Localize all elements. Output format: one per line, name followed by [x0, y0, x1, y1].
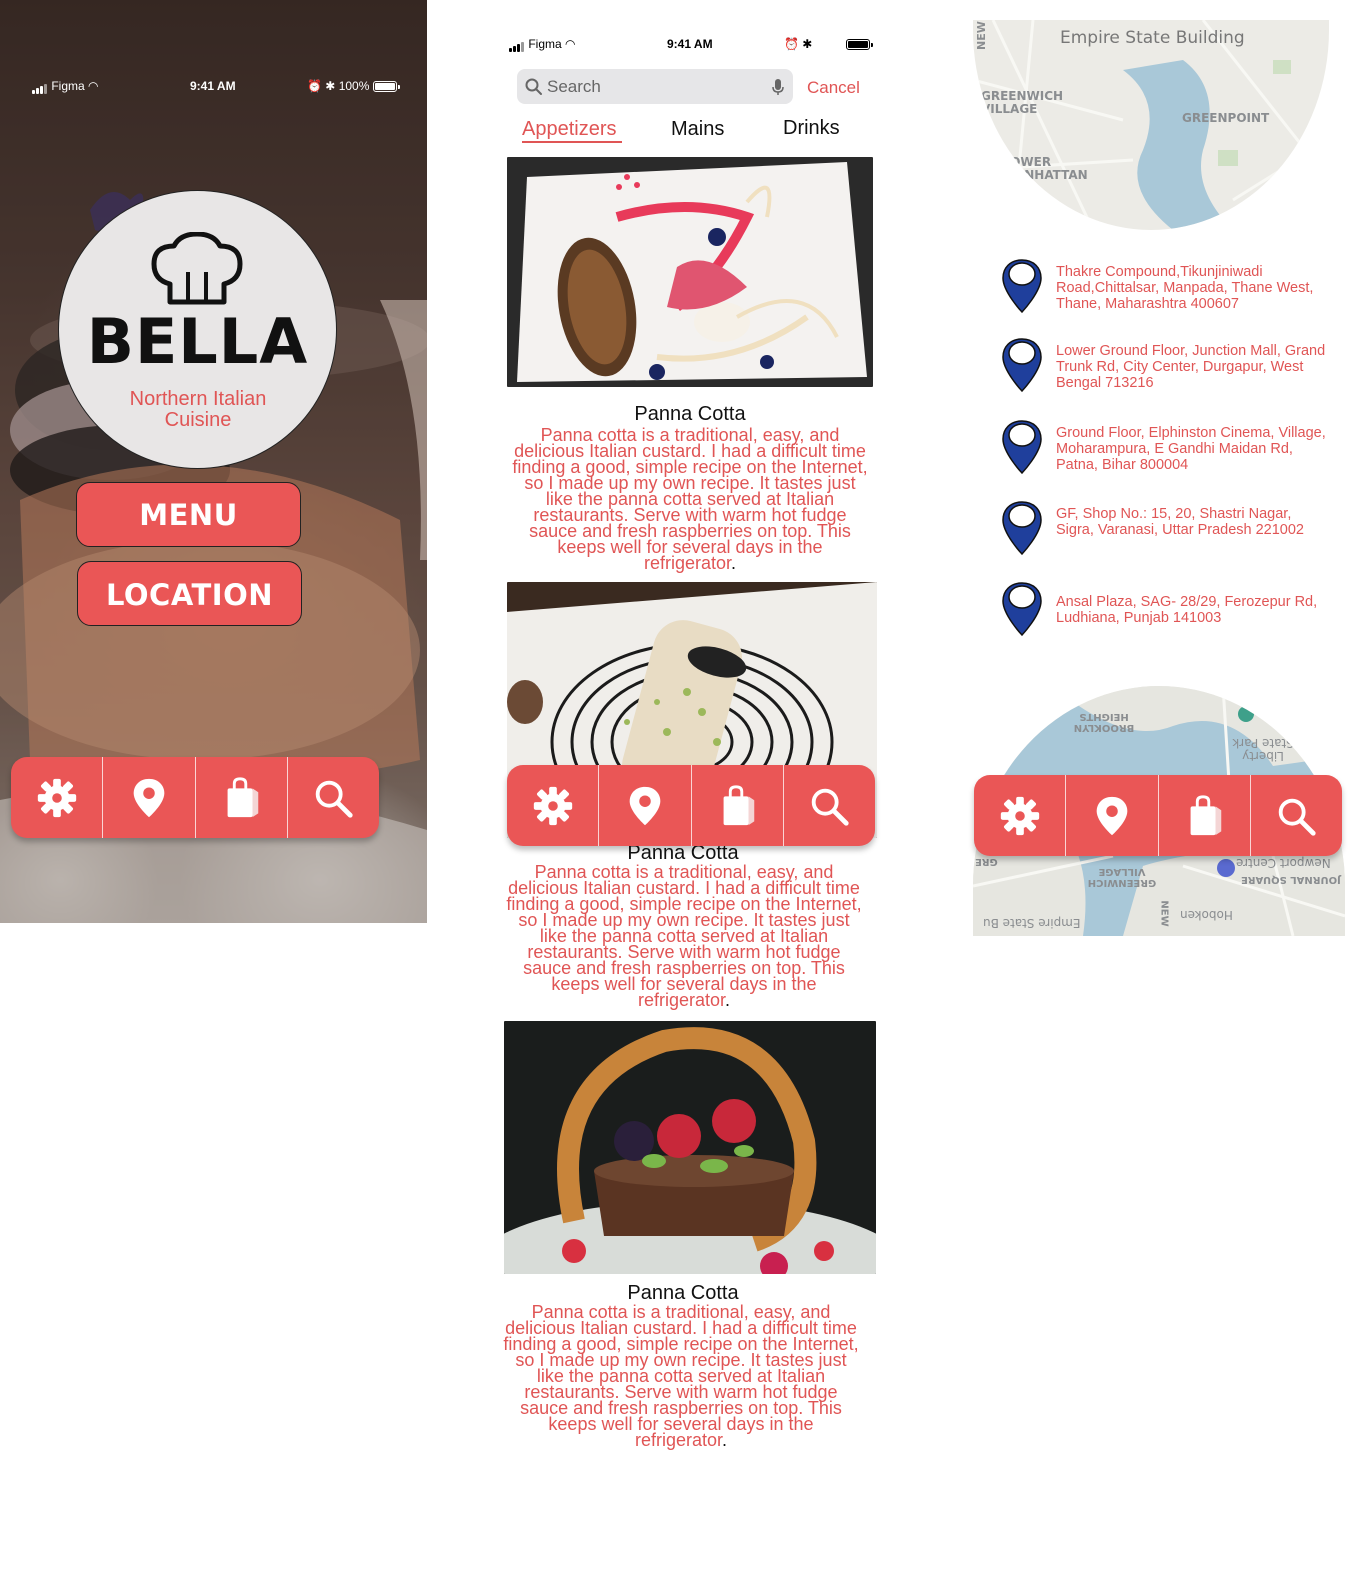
- active-tab-underline: [522, 141, 622, 143]
- tab-cart[interactable]: [692, 765, 784, 846]
- search-icon: [525, 78, 542, 95]
- search-input[interactable]: Search: [517, 69, 793, 104]
- status-carrier: Figma ◠: [509, 37, 576, 52]
- alarm-icon: ⏰: [307, 79, 322, 93]
- signal-icon: [509, 38, 525, 52]
- bluetooth-icon: ✱: [325, 79, 336, 93]
- search-icon: [812, 788, 850, 826]
- map-label: BROOKLYN HEIGHTS: [1073, 711, 1135, 733]
- map-pin-icon: [1002, 582, 1042, 637]
- signal-icon: [32, 80, 48, 94]
- dish-description: Panna cotta is a traditional, easy, and …: [503, 1302, 859, 1450]
- bottom-tab-bar: [11, 757, 379, 838]
- location-item[interactable]: Ansal Plaza, SAG- 28/29, Ferozepur Rd, L…: [1000, 581, 1320, 641]
- tab-mains[interactable]: Mains: [671, 118, 724, 141]
- tab-location[interactable]: [1066, 775, 1159, 856]
- gear-icon: [1000, 796, 1039, 835]
- brand-subtitle: Northern Italian Cuisine: [129, 388, 267, 431]
- bottom-tab-bar: [974, 775, 1342, 856]
- location-address: Ansal Plaza, SAG- 28/29, Ferozepur Rd, L…: [1056, 594, 1318, 626]
- map-label: GREENWICH VILLAGE: [981, 89, 1064, 116]
- location-button[interactable]: LOCATION: [77, 561, 302, 626]
- bluetooth-icon: ✱: [802, 37, 813, 51]
- location-item[interactable]: Ground Floor, Elphinston Cinema, Village…: [1000, 419, 1326, 479]
- location-address: Thakre Compound,Tikunjiniwadi Road,Chitt…: [1056, 264, 1314, 312]
- tab-search[interactable]: [784, 765, 875, 846]
- search-icon: [316, 780, 354, 818]
- location-address: GF, Shop No.: 15, 20, Shastri Nagar, Sig…: [1056, 506, 1304, 538]
- status-carrier: Figma ◠: [32, 79, 99, 94]
- map-label: GRE: [975, 856, 998, 867]
- battery-icon: [845, 39, 873, 51]
- tab-location[interactable]: [103, 757, 196, 838]
- gear-icon: [533, 786, 572, 825]
- brand-title: BELLA: [86, 305, 309, 378]
- map-label: Empire State Building: [1060, 28, 1245, 48]
- location-screen: Empire State Building GREENWICH VILLAGE …: [960, 0, 1361, 940]
- location-item[interactable]: GF, Shop No.: 15, 20, Shastri Nagar, Sig…: [1000, 500, 1320, 560]
- map-graphic: [973, 20, 1329, 230]
- location-item[interactable]: Lower Ground Floor, Junction Mall, Grand…: [1000, 337, 1325, 397]
- tab-settings[interactable]: [11, 757, 104, 838]
- menu-screen: Figma ◠ 9:41 AM ⏰ ✱ Search Cancel Appeti…: [500, 20, 890, 1460]
- wifi-icon: ◠: [88, 79, 99, 93]
- location-address: Lower Ground Floor, Junction Mall, Grand…: [1056, 343, 1326, 391]
- map-pin-icon: [1002, 338, 1042, 393]
- tab-search[interactable]: [1251, 775, 1342, 856]
- location-address: Ground Floor, Elphinston Cinema, Village…: [1056, 425, 1326, 473]
- dish-description: Panna cotta is a traditional, easy, and …: [506, 862, 862, 1010]
- map-pin-icon: [1002, 420, 1042, 475]
- shopping-bag-icon: [723, 784, 755, 825]
- tab-cart[interactable]: [1159, 775, 1251, 856]
- status-time: 9:41 AM: [190, 79, 236, 93]
- status-right: ⏰ ✱: [784, 37, 873, 51]
- dish-description: Panna cotta is a traditional, easy, and …: [512, 425, 868, 573]
- map-label: Newport Centre: [1236, 856, 1331, 870]
- search-icon: [1279, 798, 1317, 836]
- gear-icon: [37, 778, 76, 817]
- tab-search[interactable]: [288, 757, 379, 838]
- location-item[interactable]: Thakre Compound,Tikunjiniwadi Road,Chitt…: [1000, 258, 1320, 318]
- tab-location[interactable]: [599, 765, 692, 846]
- alarm-icon: ⏰: [784, 37, 799, 51]
- wifi-icon: ◠: [565, 37, 576, 51]
- shopping-bag-icon: [1190, 794, 1222, 835]
- map-pin-icon: [1002, 501, 1042, 556]
- map-label: Liberty State Park: [1232, 736, 1294, 763]
- map-pin-icon: [1002, 259, 1042, 314]
- dish-photo[interactable]: [507, 157, 873, 387]
- map-label: LOWER MANHATTAN: [1003, 155, 1088, 182]
- location-pin-icon: [133, 778, 165, 817]
- menu-button[interactable]: MENU: [76, 482, 301, 547]
- shopping-bag-icon: [227, 776, 259, 817]
- location-pin-icon: [629, 786, 661, 825]
- location-pin-icon: [1096, 796, 1128, 835]
- status-time: 9:41 AM: [667, 37, 713, 51]
- chef-hat-icon: [151, 232, 243, 305]
- map-label: JOURNAL SQUARE: [1241, 874, 1341, 885]
- tab-cart[interactable]: [196, 757, 288, 838]
- map-label: Hoboken: [1180, 908, 1233, 922]
- map-label: Empire State Bu: [983, 916, 1081, 930]
- bottom-tab-bar: [507, 765, 875, 846]
- status-right: ⏰ ✱ 100%: [307, 79, 400, 93]
- search-placeholder: Search: [547, 77, 601, 96]
- battery-icon: [372, 81, 400, 93]
- map-label: NEW: [1158, 900, 1170, 927]
- map-label: GREENPOINT: [1182, 111, 1270, 125]
- dish-photo[interactable]: [504, 1021, 876, 1274]
- cancel-button[interactable]: Cancel: [807, 78, 860, 98]
- tab-settings[interactable]: [974, 775, 1067, 856]
- tab-settings[interactable]: [507, 765, 600, 846]
- map-label: NEW: [975, 21, 988, 50]
- home-screen: Figma ◠ 9:41 AM ⏰ ✱ 100% BELLA Northern …: [0, 0, 427, 923]
- dish-title: Panna Cotta: [634, 403, 746, 425]
- map-view-top[interactable]: Empire State Building GREENWICH VILLAGE …: [973, 20, 1329, 230]
- map-label: GREENWICH VILLAGE: [1087, 866, 1157, 888]
- microphone-icon[interactable]: [772, 78, 784, 96]
- tab-appetizers[interactable]: Appetizers: [522, 118, 617, 141]
- tab-drinks[interactable]: Drinks: [783, 117, 840, 140]
